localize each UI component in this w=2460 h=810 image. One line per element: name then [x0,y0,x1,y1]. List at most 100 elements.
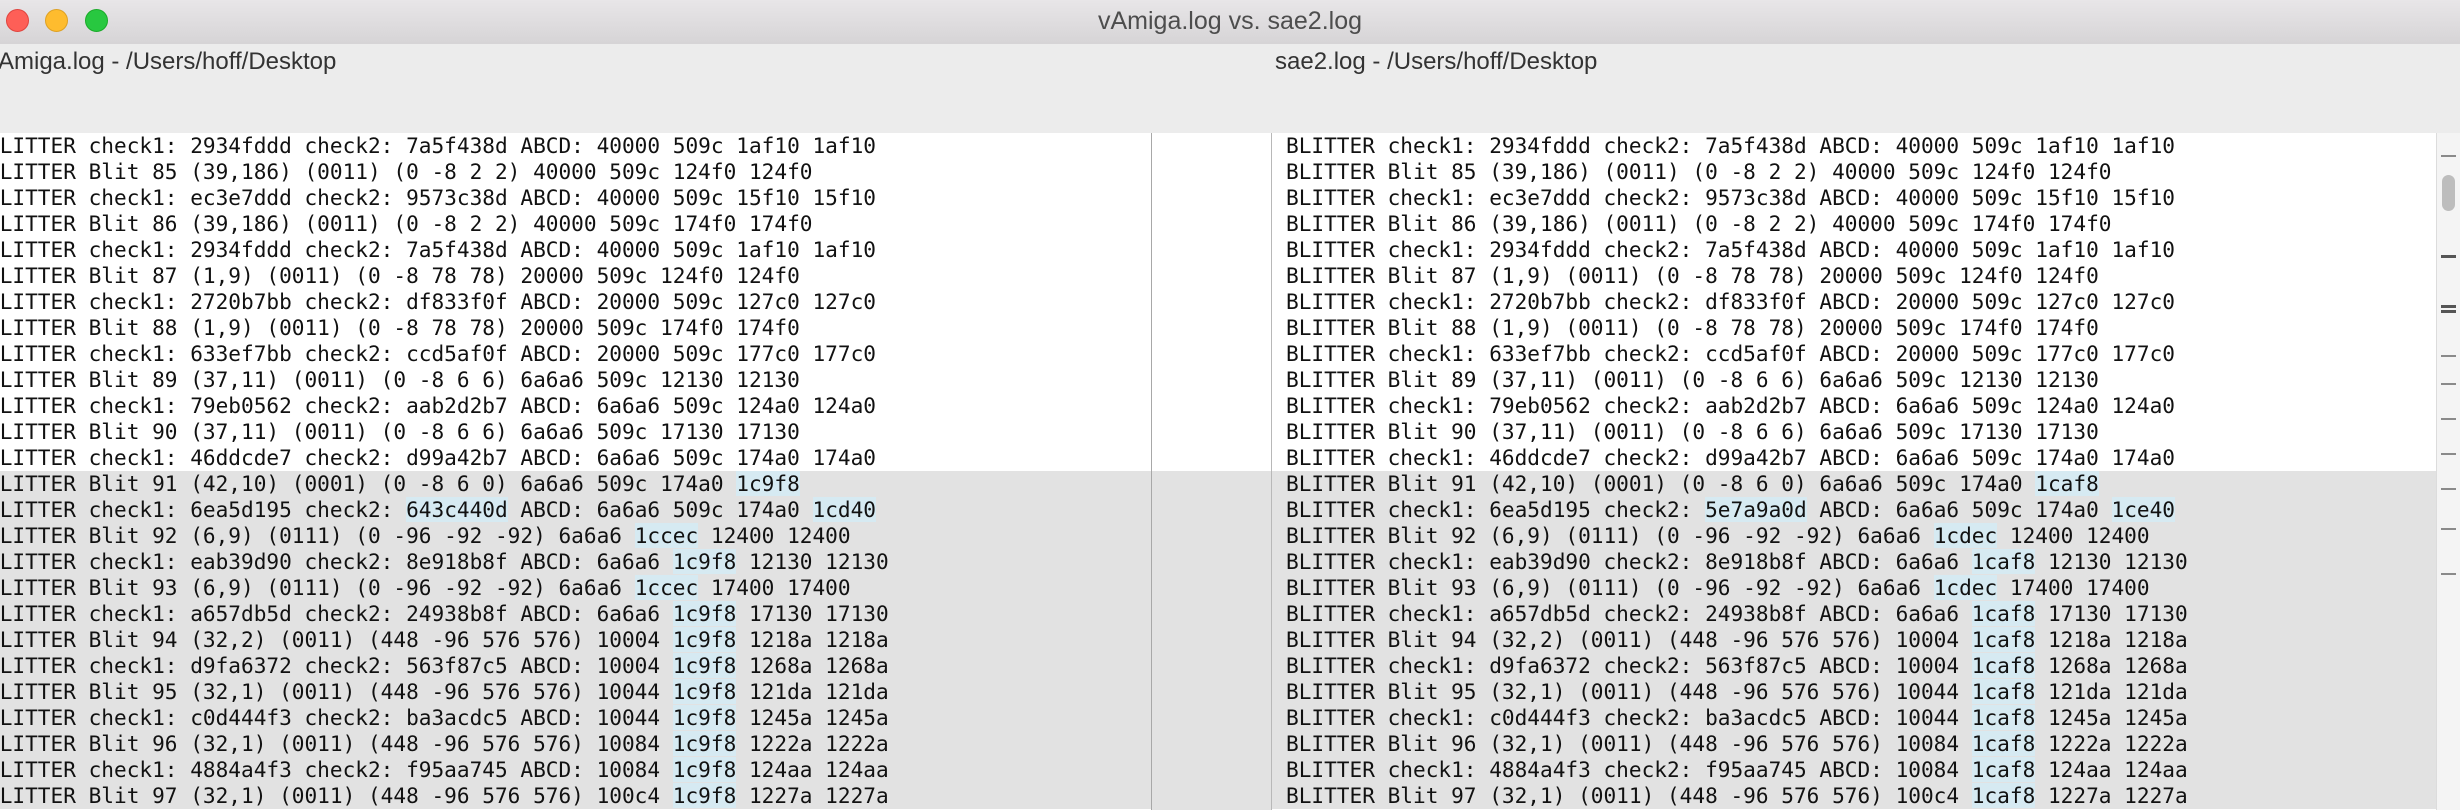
diff-token: 643c440d [406,497,508,522]
diff-token: 1ce40 [2111,497,2175,522]
log-text: ABCD: 6a6a6 509c 174a0 [1806,497,2112,522]
log-text: BLITTER Blit 97 (32,1) (0011) (448 -96 5… [1286,783,1972,808]
log-text: BLITTER check1: 4884a4f3 check2: f95aa74… [1286,757,1972,782]
log-text: BLITTER Blit 88 (1,9) (0011) (0 -8 78 78… [1286,315,2099,340]
log-text: 1218a 1218a [736,627,889,652]
diff-marker [2441,418,2456,420]
log-text: 1268a 1268a [736,653,889,678]
log-line: BLITTER check1: 2934fddd check2: 7a5f438… [1272,133,2436,159]
log-line: BLITTER Blit 87 (1,9) (0011) (0 -8 78 78… [0,263,1151,289]
diff-marker [2441,355,2456,357]
log-line: BLITTER Blit 91 (42,10) (0001) (0 -8 6 0… [1272,471,2436,497]
log-text: 124aa 124aa [736,757,889,782]
log-line: BLITTER check1: ec3e7ddd check2: 9573c38… [0,185,1151,211]
log-line: BLITTER Blit 94 (32,2) (0011) (448 -96 5… [0,627,1151,653]
log-text: BLITTER Blit 87 (1,9) (0011) (0 -8 78 78… [1286,263,2099,288]
log-text: BLITTER check1: eab39d90 check2: 8e918b8… [1286,549,1972,574]
log-line: BLITTER check1: eab39d90 check2: 8e918b8… [1272,549,2436,575]
log-text: 1245a 1245a [2035,705,2188,730]
log-text: 12400 12400 [698,523,851,548]
log-text: BLITTER check1: d9fa6372 check2: 563f87c… [0,653,673,678]
log-line: BLITTER Blit 90 (37,11) (0011) (0 -8 6 6… [1272,419,2436,445]
log-line: BLITTER check1: 4884a4f3 check2: f95aa74… [0,757,1151,783]
diff-token: 1ccec [634,575,699,600]
log-text: 1227a 1227a [2035,783,2188,808]
log-line: BLITTER check1: 46ddcde7 check2: d99a42b… [0,445,1151,471]
log-text: 12130 12130 [736,549,889,574]
diff-token: 1c9f8 [672,627,737,652]
log-text: 1222a 1222a [736,731,889,756]
log-text: BLITTER check1: 79eb0562 check2: aab2d2b… [0,393,876,418]
log-text: BLITTER check1: eab39d90 check2: 8e918b8… [0,549,673,574]
log-text: 121da 121da [2035,679,2188,704]
log-line: BLITTER Blit 92 (6,9) (0111) (0 -96 -92 … [0,523,1151,549]
log-line: BLITTER Blit 85 (39,186) (0011) (0 -8 2 … [0,159,1151,185]
log-text: 17400 17400 [698,575,851,600]
diff-token: 1c9f8 [672,549,737,574]
log-text: BLITTER Blit 96 (32,1) (0011) (448 -96 5… [0,731,673,756]
log-line: BLITTER Blit 96 (32,1) (0011) (448 -96 5… [0,731,1151,757]
diff-token: 1c9f8 [672,783,737,808]
log-text: BLITTER check1: 2720b7bb check2: df833f0… [0,289,876,314]
diff-token: 1c9f8 [672,653,737,678]
log-text: BLITTER Blit 91 (42,10) (0001) (0 -8 6 0… [0,471,737,496]
log-text: 1227a 1227a [736,783,889,808]
log-line: BLITTER check1: c0d444f3 check2: ba3acdc… [1272,705,2436,731]
log-line: BLITTER Blit 86 (39,186) (0011) (0 -8 2 … [1272,211,2436,237]
diff-token: 1c9f8 [672,731,737,756]
diff-token: 1caf8 [1971,549,2036,574]
log-line: BLITTER check1: 6ea5d195 check2: 5e7a9a0… [1272,497,2436,523]
log-line: BLITTER check1: 2720b7bb check2: df833f0… [0,289,1151,315]
log-line: BLITTER check1: 79eb0562 check2: aab2d2b… [1272,393,2436,419]
log-text: BLITTER check1: 2934fddd check2: 7a5f438… [1286,133,2175,158]
log-text: 1222a 1222a [2035,731,2188,756]
scrollbar-thumb[interactable] [2442,175,2455,211]
log-text: BLITTER check1: ec3e7ddd check2: 9573c38… [1286,185,2175,210]
diff-token: 1cdec [1933,523,1998,548]
log-text: BLITTER check1: ec3e7ddd check2: 9573c38… [0,185,876,210]
diff-marker [2441,488,2456,490]
log-text: BLITTER Blit 95 (32,1) (0011) (448 -96 5… [1286,679,1972,704]
diff-token: 1caf8 [2035,471,2099,496]
window-title: vAmiga.log vs. sae2.log [1097,7,1363,35]
log-line: BLITTER Blit 89 (37,11) (0011) (0 -8 6 6… [0,367,1151,393]
log-text: BLITTER Blit 89 (37,11) (0011) (0 -8 6 6… [0,367,800,392]
log-line: BLITTER check1: 6ea5d195 check2: 643c440… [0,497,1151,523]
diff-token: 1caf8 [1971,731,2036,756]
diff-marker [2441,573,2456,575]
log-text: BLITTER check1: 4884a4f3 check2: f95aa74… [0,757,673,782]
log-text: BLITTER check1: 633ef7bb check2: ccd5af0… [0,341,876,366]
log-text: 1268a 1268a [2035,653,2188,678]
right-file-pane[interactable]: BLITTER check1: 2934fddd check2: 7a5f438… [1271,133,2436,810]
log-text: BLITTER Blit 86 (39,186) (0011) (0 -8 2 … [0,211,813,236]
vertical-scrollbar[interactable] [2436,133,2460,810]
log-text: BLITTER Blit 88 (1,9) (0011) (0 -8 78 78… [0,315,800,340]
log-text: BLITTER Blit 85 (39,186) (0011) (0 -8 2 … [0,159,813,184]
log-line: BLITTER Blit 96 (32,1) (0011) (448 -96 5… [1272,731,2436,757]
log-text: 121da 121da [736,679,889,704]
diff-marker [2441,310,2456,313]
diff-connector-gutter [1151,133,1272,810]
diff-token: 1caf8 [1971,679,2036,704]
log-text: BLITTER Blit 92 (6,9) (0111) (0 -96 -92 … [0,523,635,548]
left-file-pane[interactable]: BLITTER check1: 2934fddd check2: 7a5f438… [0,133,1151,810]
diff-token: 1caf8 [1971,653,2036,678]
log-text: BLITTER Blit 92 (6,9) (0111) (0 -96 -92 … [1286,523,1934,548]
log-line: BLITTER check1: eab39d90 check2: 8e918b8… [0,549,1151,575]
log-text: 12400 12400 [1997,523,2150,548]
diff-token: 1caf8 [1971,627,2036,652]
diff-token: 1caf8 [1971,705,2036,730]
log-text: BLITTER check1: 2934fddd check2: 7a5f438… [0,133,876,158]
log-line: BLITTER Blit 97 (32,1) (0011) (448 -96 5… [1272,783,2436,809]
log-text: BLITTER check1: 633ef7bb check2: ccd5af0… [1286,341,2175,366]
diff-token: 1caf8 [1971,783,2036,808]
log-line: BLITTER Blit 90 (37,11) (0011) (0 -8 6 6… [0,419,1151,445]
log-text: BLITTER check1: d9fa6372 check2: 563f87c… [1286,653,1972,678]
log-line: BLITTER check1: d9fa6372 check2: 563f87c… [0,653,1151,679]
log-line: BLITTER Blit 89 (37,11) (0011) (0 -8 6 6… [1272,367,2436,393]
log-line: BLITTER Blit 86 (39,186) (0011) (0 -8 2 … [0,211,1151,237]
log-text: BLITTER Blit 96 (32,1) (0011) (448 -96 5… [1286,731,1972,756]
log-text: 12130 12130 [2035,549,2188,574]
log-line: BLITTER Blit 95 (32,1) (0011) (448 -96 5… [0,679,1151,705]
log-text: 1218a 1218a [2035,627,2188,652]
